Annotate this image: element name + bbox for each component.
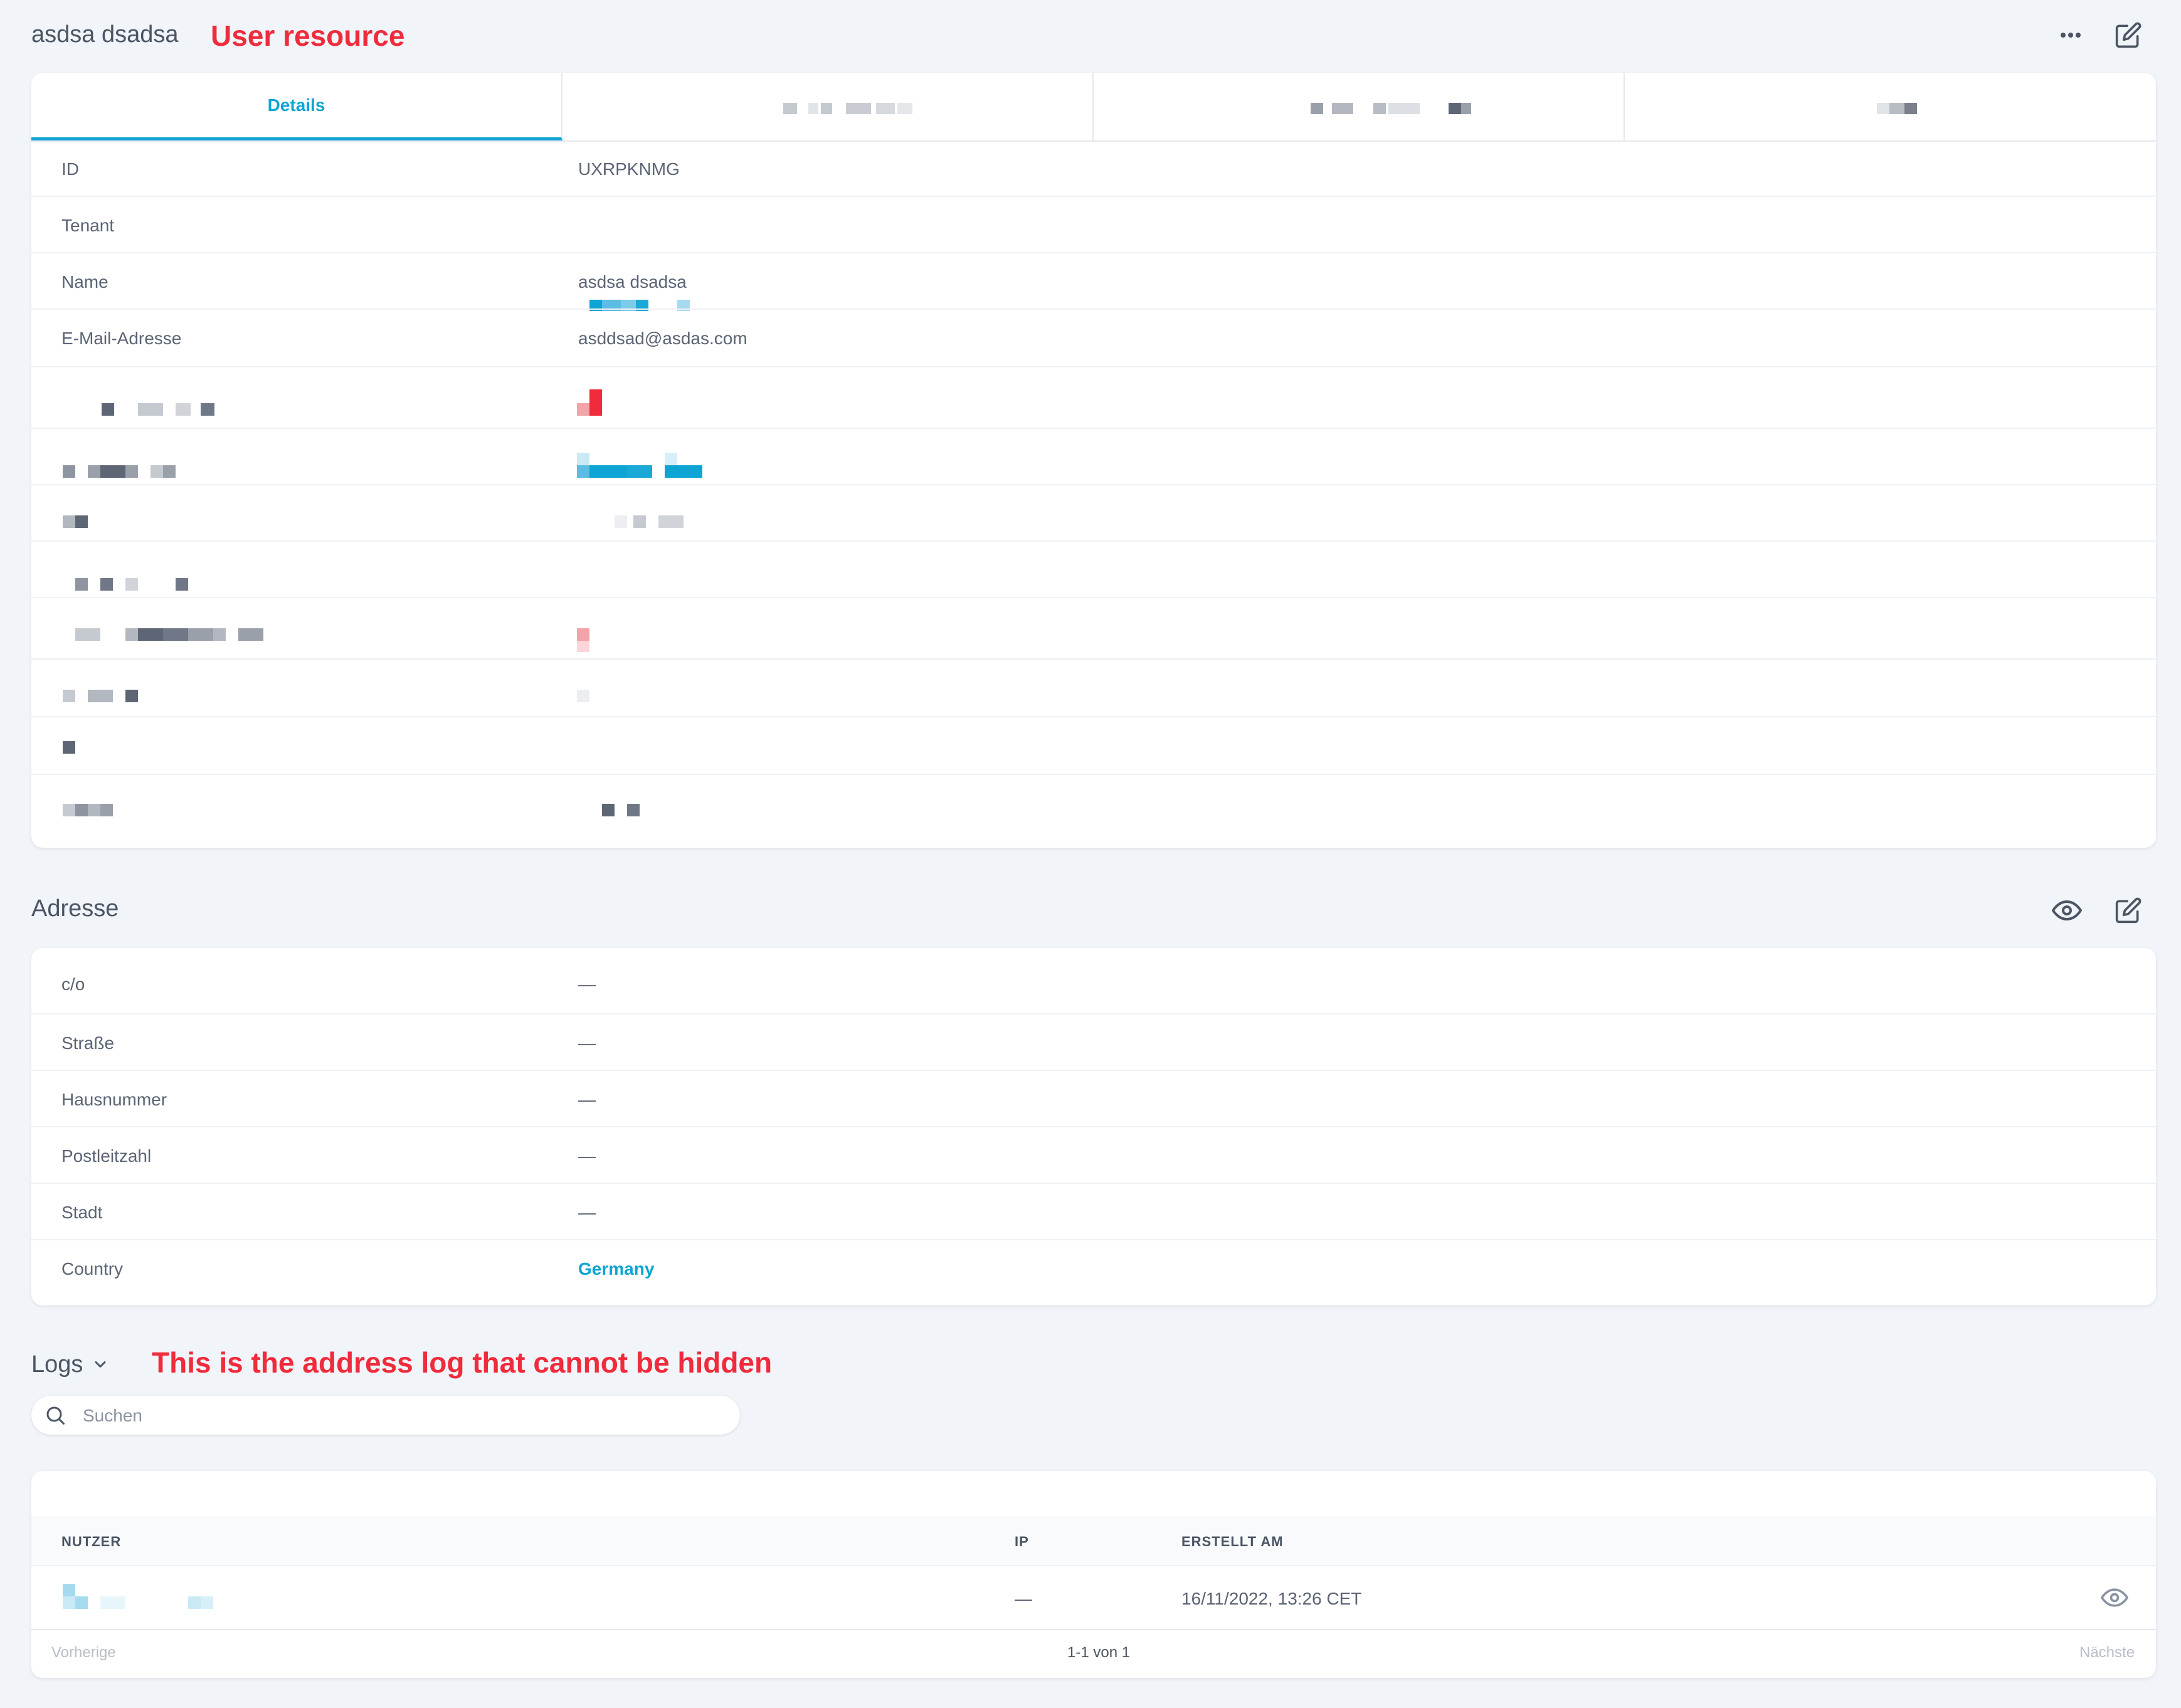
redacted-row [31,717,2156,775]
detail-row-tenant: Tenant [31,197,2156,311]
logs-title: Logs [31,1351,83,1378]
details-card: Details ID UXRPKNMG Tenant Name asdsa ds… [31,73,2156,848]
detail-label: ID [61,159,79,179]
view-log-button[interactable] [2094,1578,2135,1618]
redacted-row [31,429,2156,485]
logs-search [31,1396,740,1435]
log-user-redacted [63,1584,75,1596]
address-value: — [578,1146,596,1166]
eye-icon [2052,900,2082,920]
more-horizontal-icon [2061,33,2081,38]
address-row-postcode: Postleitzahl — [31,1127,2156,1184]
user-resource-annotation: User resource [211,19,405,52]
address-value: — [578,974,596,994]
address-row-street: Straße — [31,1015,2156,1071]
logs-annotation: This is the address log that cannot be h… [152,1346,773,1379]
redacted-row [31,598,2156,660]
column-header-created[interactable]: ERSTELLT AM [1181,1534,1284,1550]
detail-row-name: Name asdsa dsadsa [31,253,2156,310]
detail-label: Name [61,272,108,292]
redacted-row [31,485,2156,542]
address-label: Hausnummer [61,1090,167,1109]
address-section-title: Adresse [31,895,119,922]
address-row-co: c/o — [31,948,2156,1015]
redacted-row [31,542,2156,598]
address-value: — [578,1203,596,1222]
detail-label: Tenant [61,216,115,235]
tab-3[interactable] [1094,73,1625,140]
address-value: — [578,1090,596,1109]
table-header: NUTZER IP ERSTELLT AM [31,1516,2156,1566]
address-row-city: Stadt — [31,1184,2156,1240]
pagination-info: 1-1 von 1 [1067,1644,1131,1661]
page-title: asdsa dsadsa [31,21,179,48]
redacted-row [31,660,2156,717]
pagination-next[interactable]: Nächste [2079,1644,2135,1662]
address-label: Stadt [61,1203,103,1222]
detail-value: asdsa dsadsa [578,272,687,292]
tab-4[interactable] [1625,73,2156,140]
logs-table-card: NUTZER IP ERSTELLT AM — 16/11/2022, 13:2… [31,1471,2156,1678]
logs-toggle[interactable]: Logs [31,1348,109,1381]
search-icon [46,1406,65,1425]
table-row[interactable]: — 16/11/2022, 13:26 CET [31,1565,2156,1630]
column-header-user[interactable]: NUTZER [61,1534,121,1550]
chevron-down-icon [95,1361,106,1368]
log-ip: — [1015,1589,1032,1608]
detail-row-id: ID UXRPKNMG [31,140,2156,197]
column-header-ip[interactable]: IP [1015,1534,1029,1550]
pagination-prev[interactable]: Vorherige [51,1644,116,1662]
tab-2[interactable] [562,73,1094,140]
address-card: c/o — Straße — Hausnummer — Postleitzahl… [31,948,2156,1305]
log-created: 16/11/2022, 13:26 CET [1181,1589,1362,1608]
edit-address-button[interactable] [2108,890,2148,930]
more-options-button[interactable] [2051,15,2091,55]
address-label: c/o [61,974,85,994]
detail-value: UXRPKNMG [578,159,680,179]
address-value: — [578,1033,596,1053]
redacted-row [31,367,2156,429]
address-label: Postleitzahl [61,1146,152,1166]
detail-value: asddsad@asdas.com [578,329,747,348]
tab-details[interactable]: Details [31,73,562,140]
edit-icon [2115,22,2141,48]
tab-bar: Details [31,73,2156,142]
view-address-button[interactable] [2047,890,2087,930]
edit-icon [2115,897,2141,924]
address-label: Straße [61,1033,115,1053]
address-label: Country [61,1259,124,1278]
address-row-house-number: Hausnummer — [31,1071,2156,1127]
eye-icon [2101,1588,2128,1607]
country-link[interactable]: Germany [578,1259,654,1279]
search-input[interactable] [82,1402,717,1430]
detail-label: E-Mail-Adresse [61,329,182,348]
edit-user-button[interactable] [2108,15,2148,55]
address-row-country: Country Germany [31,1240,2156,1305]
detail-row-email: E-Mail-Adresse asddsad@asdas.com [31,310,2156,367]
